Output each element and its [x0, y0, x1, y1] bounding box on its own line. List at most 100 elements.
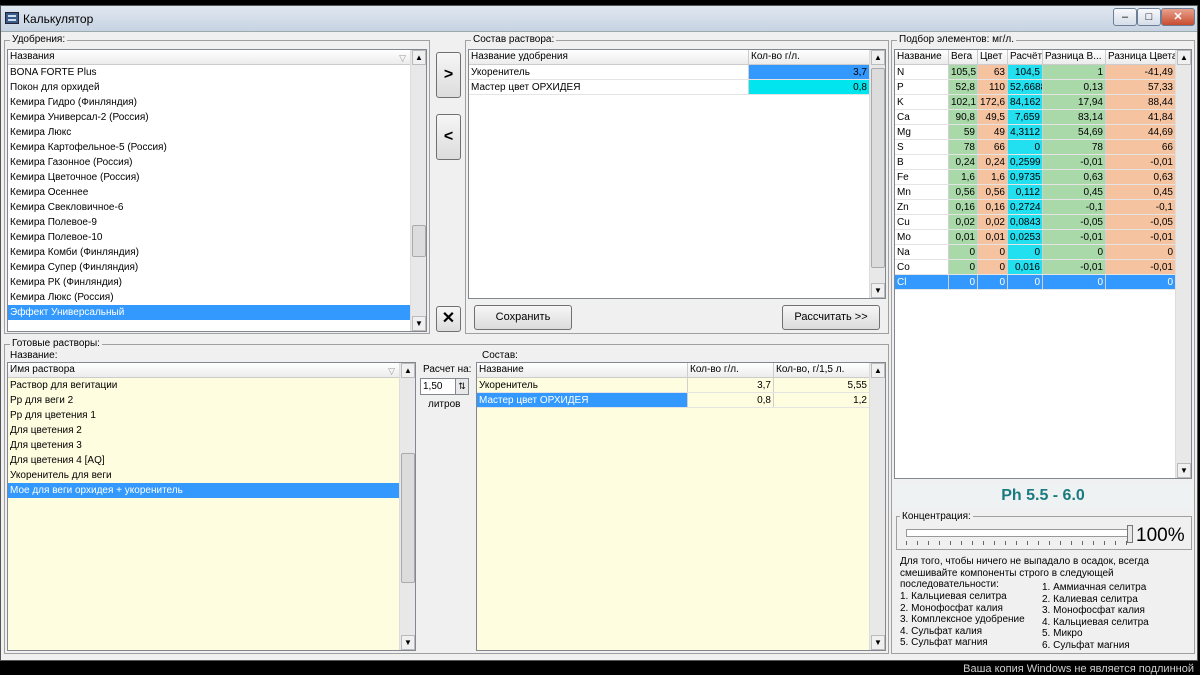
solution-header-total[interactable]: Кол-во, г/1,5 л.: [774, 363, 870, 377]
element-name: Fe: [895, 170, 949, 184]
element-row[interactable]: Cu 0,02 0,02 0,0843 -0,05 -0,05: [895, 215, 1176, 230]
fertilizer-item[interactable]: Кемира Супер (Финляндия): [8, 260, 411, 275]
element-calc: 0,2599: [1008, 155, 1043, 169]
element-row[interactable]: Na 0 0 0 0 0: [895, 245, 1176, 260]
composition-header-amount[interactable]: Кол-во г/л.: [749, 50, 870, 64]
fertilizer-item[interactable]: Кемира РК (Финляндия): [8, 275, 411, 290]
ready-solutions-list[interactable]: Имя раствора ▽ Раствор для вегитации Рр д…: [7, 362, 416, 651]
ready-solution-item[interactable]: Рр для веги 2: [8, 393, 400, 408]
fertilizer-item[interactable]: Кемира Газонное (Россия): [8, 155, 411, 170]
scroll-down-icon[interactable]: ▼: [401, 635, 415, 650]
delete-button[interactable]: ✕: [436, 306, 461, 332]
fertilizer-item[interactable]: Кемира Универсал-2 (Россия): [8, 110, 411, 125]
element-row[interactable]: Cl 0 0 0 0 0: [895, 275, 1176, 290]
ready-solution-item[interactable]: Раствор для вегитации: [8, 378, 400, 393]
solution-total: 1,2: [774, 393, 870, 407]
scroll-down-icon[interactable]: ▼: [871, 635, 885, 650]
element-row[interactable]: B 0,24 0,24 0,2599 -0,01 -0,01: [895, 155, 1176, 170]
concentration-slider-track[interactable]: [906, 529, 1128, 537]
elements-header-diff-color[interactable]: Разница Цвета: [1106, 50, 1176, 64]
scroll-up-icon[interactable]: ▲: [1177, 50, 1191, 65]
fertilizer-item[interactable]: BONA FORTE Plus: [8, 65, 411, 80]
scroll-up-icon[interactable]: ▲: [401, 363, 415, 378]
ready-list-scrollbar[interactable]: ▲ ▼: [399, 363, 415, 650]
element-row[interactable]: Fe 1,6 1,6 0,9735 0,63 0,63: [895, 170, 1176, 185]
fertilizer-item[interactable]: Кемира Люкс (Россия): [8, 290, 411, 305]
element-row[interactable]: N 105,5 63 104,5 1 -41,49: [895, 65, 1176, 80]
elements-table[interactable]: Название Вега Цвет Расчёт Разница В... Р…: [894, 49, 1192, 479]
composition-row[interactable]: Мастер цвет ОРХИДЕЯ 0,8: [469, 80, 870, 95]
fertilizer-item[interactable]: Кемира Осеннее: [8, 185, 411, 200]
solution-row[interactable]: Мастер цвет ОРХИДЕЯ 0,8 1,2: [477, 393, 870, 408]
element-row[interactable]: Mo 0,01 0,01 0,0253 -0,01 -0,01: [895, 230, 1176, 245]
add-fertilizer-button[interactable]: >: [436, 52, 461, 98]
save-button[interactable]: Сохранить: [474, 305, 572, 330]
fertilizer-item[interactable]: Эффект Универсальный: [8, 305, 411, 320]
fertilizer-list-scrollbar[interactable]: ▲ ▼: [410, 50, 426, 331]
scroll-down-icon[interactable]: ▼: [1177, 463, 1191, 478]
fertilizer-item[interactable]: Кемира Комби (Финляндия): [8, 245, 411, 260]
maximize-button[interactable]: □: [1137, 8, 1161, 26]
element-row[interactable]: Ca 90,8 49,5 7,659 83,14 41,84: [895, 110, 1176, 125]
remove-fertilizer-button[interactable]: <: [436, 114, 461, 160]
calculate-button[interactable]: Рассчитать >>: [782, 305, 880, 330]
ready-solution-item[interactable]: Для цветения 2: [8, 423, 400, 438]
ready-solution-item[interactable]: Рр для цветения 1: [8, 408, 400, 423]
minimize-button[interactable]: –: [1113, 8, 1137, 26]
fertilizer-item[interactable]: Кемира Люкс: [8, 125, 411, 140]
ready-solution-item[interactable]: Для цветения 4 [AQ]: [8, 453, 400, 468]
scroll-thumb[interactable]: [871, 68, 885, 268]
elements-header-diff-vega[interactable]: Разница В...: [1043, 50, 1106, 64]
solution-header-amount[interactable]: Кол-во г/л.: [688, 363, 774, 377]
scroll-down-icon[interactable]: ▼: [871, 283, 885, 298]
composition-amount[interactable]: 0,8: [749, 80, 870, 94]
scroll-down-icon[interactable]: ▼: [412, 316, 426, 331]
element-row[interactable]: K 102,1 172,6 84,162 17,94 88,44: [895, 95, 1176, 110]
element-row[interactable]: Co 0 0 0,016 -0,01 -0,01: [895, 260, 1176, 275]
elements-scrollbar[interactable]: ▲ ▼: [1175, 50, 1191, 478]
element-row[interactable]: Mg 59 49 4,3112 54,69 44,69: [895, 125, 1176, 140]
composition-scrollbar[interactable]: ▲ ▼: [869, 50, 885, 298]
element-row[interactable]: P 52,8 110 52,6688 0,13 57,33: [895, 80, 1176, 95]
fertilizer-item[interactable]: Кемира Цветочное (Россия): [8, 170, 411, 185]
liters-input[interactable]: [420, 378, 456, 395]
fertilizer-item[interactable]: Кемира Полевое-10: [8, 230, 411, 245]
elements-header-vega[interactable]: Вега: [949, 50, 978, 64]
elements-header-color[interactable]: Цвет: [978, 50, 1008, 64]
solution-header-name[interactable]: Название: [477, 363, 688, 377]
scroll-thumb[interactable]: [401, 453, 415, 583]
element-diff-color: -0,01: [1106, 155, 1176, 169]
fertilizer-item[interactable]: Кемира Полевое-9: [8, 215, 411, 230]
close-window-button[interactable]: ✕: [1161, 8, 1195, 26]
composition-row[interactable]: Укоренитель 3,7: [469, 65, 870, 80]
composition-amount[interactable]: 3,7: [749, 65, 870, 79]
ready-list-header[interactable]: Имя раствора ▽: [8, 363, 400, 377]
fertilizer-item[interactable]: Кемира Гидро (Финляндия): [8, 95, 411, 110]
solution-row[interactable]: Укоренитель 3,7 5,55: [477, 378, 870, 393]
elements-header-name[interactable]: Название: [895, 50, 949, 64]
solution-table[interactable]: Название Кол-во г/л. Кол-во, г/1,5 л. Ук…: [476, 362, 886, 651]
composition-table[interactable]: Название удобрения Кол-во г/л. Укорените…: [468, 49, 886, 299]
fertilizer-item[interactable]: Покон для орхидей: [8, 80, 411, 95]
ready-solution-item[interactable]: Укоренитель для веги: [8, 468, 400, 483]
element-row[interactable]: Zn 0,16 0,16 0,2724 -0,1 -0,1: [895, 200, 1176, 215]
fertilizer-item[interactable]: Кемира Свекловичное-6: [8, 200, 411, 215]
ready-solution-item[interactable]: Для цветения 3: [8, 438, 400, 453]
fertilizer-list[interactable]: Названия ▽ BONA FORTE Plus Покон для орхи…: [7, 49, 427, 332]
scroll-up-icon[interactable]: ▲: [412, 50, 426, 65]
fertilizer-item[interactable]: Кемира Картофельное-5 (Россия): [8, 140, 411, 155]
scroll-thumb[interactable]: [412, 225, 426, 257]
liters-spin-icon[interactable]: ⇅: [455, 378, 469, 395]
ready-solution-item[interactable]: Мое для веги орхидея + укоренитель: [8, 483, 400, 498]
element-name: B: [895, 155, 949, 169]
elements-header-calc[interactable]: Расчёт: [1008, 50, 1043, 64]
fertilizer-list-header[interactable]: Названия ▽: [8, 50, 411, 64]
solution-scrollbar[interactable]: ▲ ▼: [869, 363, 885, 650]
element-diff-vega: 0,45: [1043, 185, 1106, 199]
element-row[interactable]: Mn 0,56 0,56 0,112 0,45 0,45: [895, 185, 1176, 200]
composition-header-name[interactable]: Название удобрения: [469, 50, 749, 64]
element-row[interactable]: S 78 66 0 78 66: [895, 140, 1176, 155]
element-color: 0: [978, 245, 1008, 259]
scroll-up-icon[interactable]: ▲: [871, 50, 885, 65]
scroll-up-icon[interactable]: ▲: [871, 363, 885, 378]
